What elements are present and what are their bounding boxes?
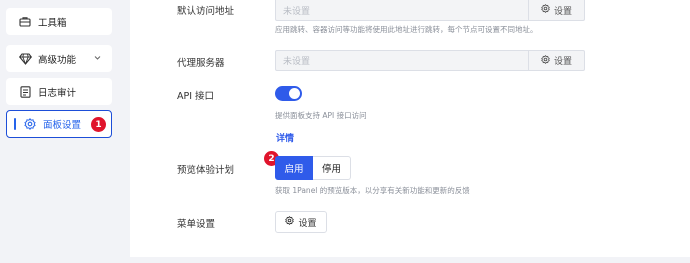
toggle-knob bbox=[289, 88, 300, 99]
button-label: 设置 bbox=[553, 57, 572, 67]
sidebar-item-toolbox[interactable]: 工具箱 bbox=[6, 8, 112, 35]
preview-toggle-group: 启用 停用 bbox=[275, 156, 351, 180]
sidebar-item-advanced[interactable]: 高级功能 bbox=[6, 45, 112, 72]
proxy-set-button[interactable]: 设置 bbox=[528, 51, 584, 70]
preview-label: 预览体验计划 bbox=[177, 165, 235, 176]
preview-disable-button[interactable]: 停用 bbox=[313, 156, 351, 180]
default-url-input[interactable]: 未设置 bbox=[276, 4, 528, 17]
api-toggle[interactable] bbox=[275, 86, 302, 101]
proxy-input[interactable]: 未设置 bbox=[276, 54, 528, 67]
gear-icon bbox=[23, 117, 37, 131]
sidebar-item-label: 工具箱 bbox=[38, 17, 67, 29]
proxy-field[interactable]: 未设置 设置 bbox=[275, 50, 585, 71]
sidebar-item-label: 日志审计 bbox=[38, 87, 77, 99]
sidebar-item-label: 面板设置 bbox=[43, 120, 82, 131]
api-details-link[interactable]: 详情 bbox=[276, 131, 294, 144]
sidebar-item-log-audit[interactable]: 日志审计 bbox=[6, 78, 112, 105]
button-label: 设置 bbox=[298, 218, 317, 229]
button-label: 设置 bbox=[553, 6, 572, 17]
log-icon bbox=[18, 85, 32, 99]
sidebar: 工具箱 高级功能 日志审计 面板设置 1 bbox=[0, 0, 119, 263]
settings-panel: 默认访问地址 未设置 设置 应用跳转、容器访问等功能将使用此地址进行跳转，每个节… bbox=[130, 0, 690, 257]
sidebar-item-label: 高级功能 bbox=[38, 54, 77, 66]
default-url-set-button[interactable]: 设置 bbox=[528, 0, 584, 20]
default-url-field[interactable]: 未设置 设置 bbox=[275, 0, 585, 21]
preview-enable-button[interactable]: 启用 bbox=[275, 156, 313, 180]
menu-label: 菜单设置 bbox=[177, 219, 216, 230]
menu-set-button[interactable]: 设置 bbox=[275, 211, 327, 233]
active-indicator bbox=[14, 118, 16, 130]
gear-icon bbox=[541, 3, 550, 16]
chevron-down-icon bbox=[93, 53, 102, 65]
default-url-hint: 应用跳转、容器访问等功能将使用此地址进行跳转，每个节点可设置不同地址。 bbox=[275, 25, 538, 34]
gear-icon bbox=[285, 215, 295, 228]
api-hint: 提供面板支持 API 接口访问 bbox=[275, 111, 367, 120]
gear-icon bbox=[541, 54, 550, 67]
preview-hint: 获取 1Panel 的预览版本，以分享有关新功能和更新的反馈 bbox=[275, 186, 470, 195]
proxy-label: 代理服务器 bbox=[177, 58, 225, 69]
step-badge-1: 1 bbox=[91, 117, 106, 132]
default-url-label: 默认访问地址 bbox=[177, 6, 235, 17]
toolbox-icon bbox=[18, 15, 32, 29]
api-label: API 接口 bbox=[177, 91, 215, 102]
diamond-icon bbox=[18, 52, 32, 66]
